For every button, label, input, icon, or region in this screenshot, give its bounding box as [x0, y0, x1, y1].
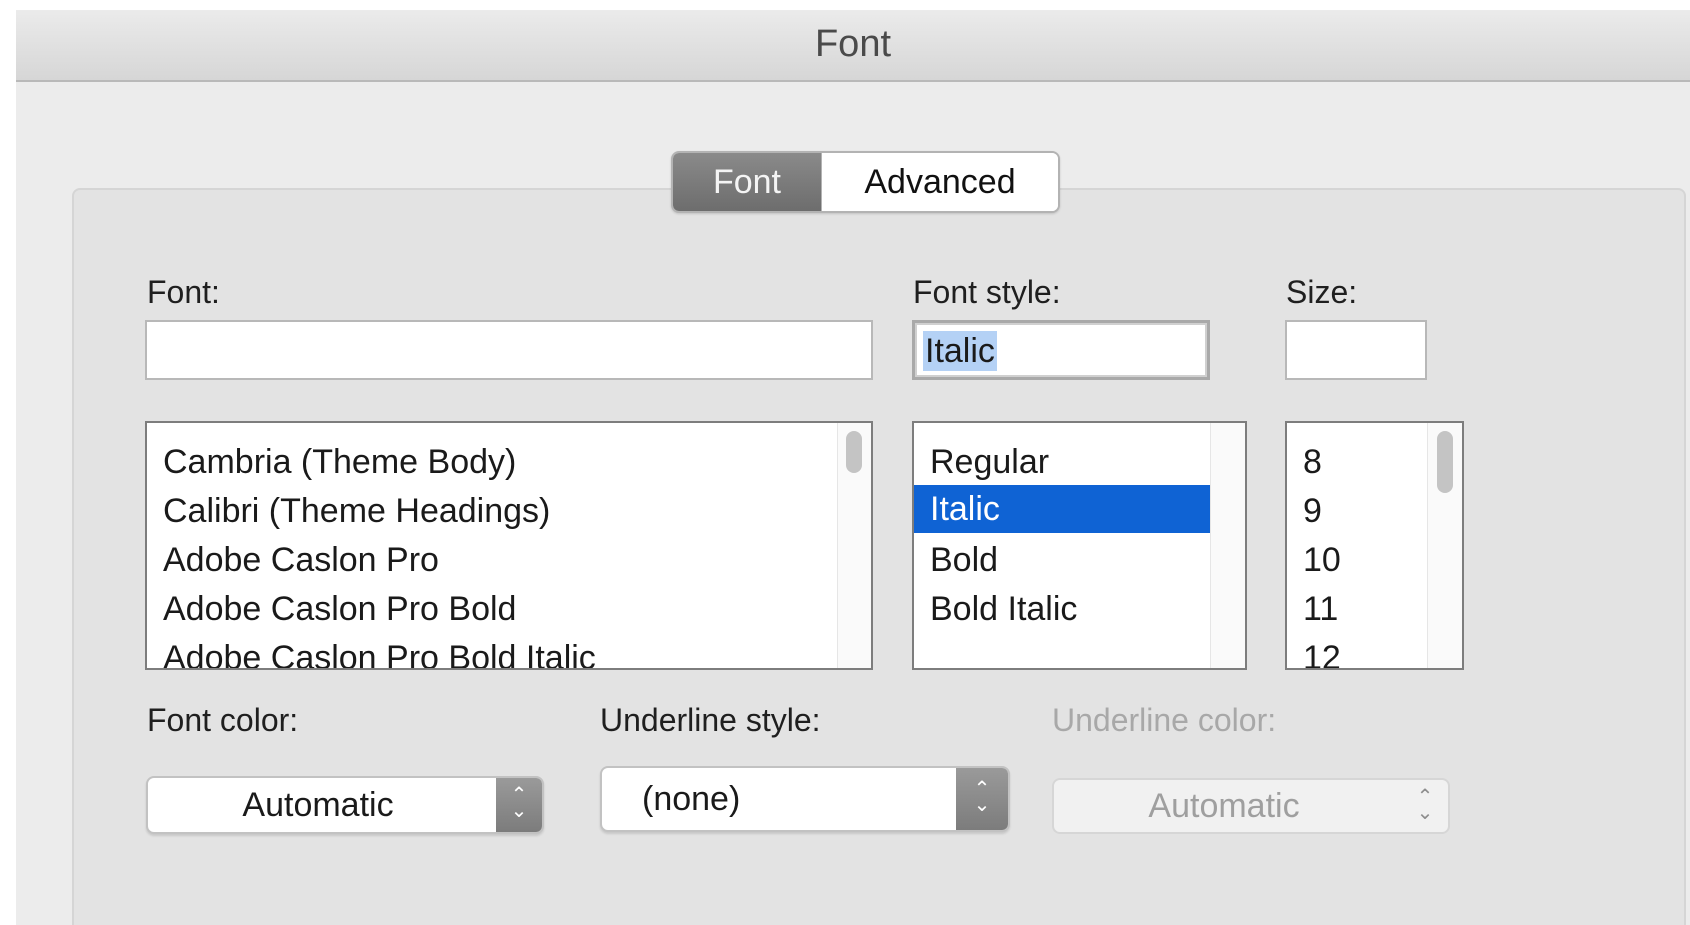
title-bar: Font: [16, 10, 1690, 82]
size-list-item[interactable]: 9: [1287, 485, 1322, 537]
font-color-value: Automatic: [242, 786, 394, 824]
font-dialog-window: Font Font Advanced Font: Font style: Siz…: [16, 10, 1690, 925]
font-name-input[interactable]: [145, 320, 873, 380]
tab-font[interactable]: Font: [673, 153, 821, 211]
underline-style-popup[interactable]: (none) ⌃ ⌄: [600, 766, 1010, 832]
font-list-item[interactable]: Cambria (Theme Body): [147, 436, 516, 488]
font-style-value: Italic: [923, 331, 997, 371]
font-style-list[interactable]: Regular Italic Bold Bold Italic: [912, 421, 1247, 670]
font-list-scrollbar[interactable]: [837, 423, 871, 668]
style-list-item-selected[interactable]: Italic: [914, 485, 1210, 533]
size-input[interactable]: [1285, 320, 1427, 380]
underline-color-label: Underline color:: [1052, 702, 1277, 738]
chevron-updown-icon: ⌃ ⌄: [496, 778, 542, 832]
style-list-item[interactable]: Bold Italic: [914, 583, 1210, 635]
underline-style-value: (none): [642, 780, 741, 818]
underline-style-label: Underline style:: [600, 702, 821, 738]
font-label: Font:: [147, 274, 220, 310]
font-color-label: Font color:: [147, 702, 299, 738]
size-list-scroll-thumb[interactable]: [1437, 431, 1453, 493]
size-list-scrollbar[interactable]: [1427, 423, 1462, 668]
font-list-item[interactable]: Adobe Caslon Pro Bold Italic: [147, 632, 596, 668]
tab-switcher: Font Advanced: [671, 151, 1060, 213]
chevron-updown-icon: ⌃ ⌄: [956, 768, 1008, 830]
underline-color-popup: Automatic ⌃ ⌄: [1052, 778, 1450, 834]
font-list[interactable]: Cambria (Theme Body) Calibri (Theme Head…: [145, 421, 873, 670]
style-list-item[interactable]: Bold: [914, 534, 1210, 586]
size-list-item[interactable]: 12: [1287, 632, 1341, 668]
style-list-item[interactable]: Regular: [914, 436, 1210, 488]
font-list-scroll-thumb[interactable]: [846, 431, 862, 473]
size-list-item[interactable]: 8: [1287, 436, 1322, 488]
size-list-item[interactable]: 10: [1287, 534, 1341, 586]
font-style-label: Font style:: [913, 274, 1061, 310]
font-list-item[interactable]: Adobe Caslon Pro Bold: [147, 583, 516, 635]
window-title: Font: [814, 23, 892, 65]
size-label: Size:: [1286, 274, 1358, 310]
chevron-updown-icon: ⌃ ⌄: [1416, 786, 1434, 824]
style-list-scrollbar[interactable]: [1210, 423, 1245, 668]
font-list-item[interactable]: Calibri (Theme Headings): [147, 485, 550, 537]
font-list-item[interactable]: Adobe Caslon Pro: [147, 534, 439, 586]
size-list-item[interactable]: 11: [1287, 583, 1338, 635]
underline-color-value: Automatic: [1148, 787, 1300, 825]
font-style-input[interactable]: Italic: [912, 320, 1210, 380]
tab-advanced[interactable]: Advanced: [821, 153, 1058, 211]
font-color-popup[interactable]: Automatic ⌃ ⌄: [146, 776, 544, 834]
size-list[interactable]: 8 9 10 11 12: [1285, 421, 1464, 670]
